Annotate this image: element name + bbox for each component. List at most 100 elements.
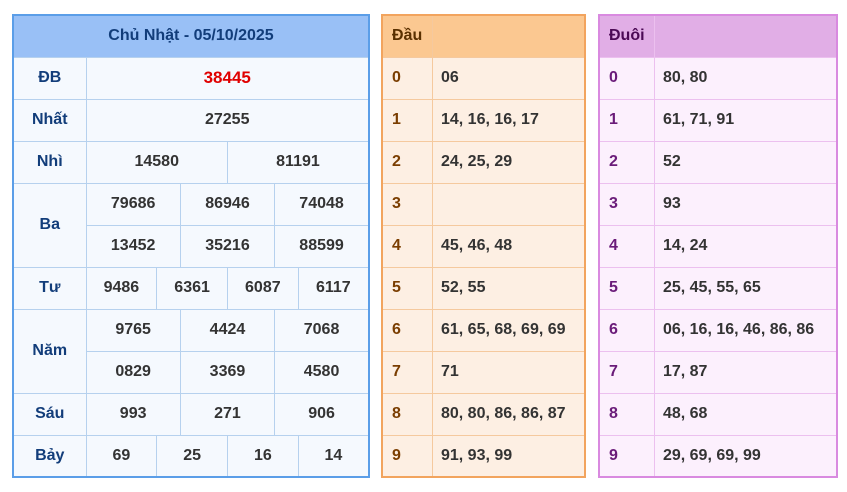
duoi-digit: 7 (598, 350, 655, 394)
dau-row: 0 06 (381, 56, 586, 100)
duoi-row: 8 48, 68 (598, 392, 838, 436)
duoi-digit: 9 (598, 434, 655, 478)
dau-digit: 2 (381, 140, 433, 184)
prize-tu-value: 6087 (226, 266, 299, 310)
label-nam: Năm (12, 308, 87, 394)
duoi-header-row: Đuôi (598, 14, 838, 58)
prize-nhat-value: 27255 (85, 98, 370, 142)
dau-row: 5 52, 55 (381, 266, 586, 310)
dau-digit: 9 (381, 434, 433, 478)
prize-bay-value: 69 (85, 434, 158, 478)
duoi-values: 52 (653, 140, 838, 184)
dau-header-spacer (431, 14, 586, 58)
row-ba: Ba 79686 86946 74048 (12, 182, 370, 268)
dau-digit: 1 (381, 98, 433, 142)
dau-values: 45, 46, 48 (431, 224, 586, 268)
prize-sau-value: 906 (274, 392, 370, 436)
duoi-values: 61, 71, 91 (653, 98, 838, 142)
prize-sau-value: 271 (179, 392, 276, 436)
duoi-table: Đuôi 0 80, 80 1 61, 71, 91 2 52 3 93 4 14, 24… (598, 14, 838, 478)
label-sau: Sáu (12, 392, 87, 436)
prize-ba-value: 13452 (85, 224, 181, 268)
prize-nam-value: 0829 (85, 350, 181, 394)
dau-values: 91, 93, 99 (431, 434, 586, 478)
prize-ba-value: 35216 (179, 224, 276, 268)
dau-row: 9 91, 93, 99 (381, 434, 586, 478)
duoi-values: 48, 68 (653, 392, 838, 436)
dau-row: 6 61, 65, 68, 69, 69 (381, 308, 586, 352)
prize-tu-value: 6117 (297, 266, 370, 310)
duoi-row: 0 80, 80 (598, 56, 838, 100)
dau-values: 14, 16, 16, 17 (431, 98, 586, 142)
duoi-values: 14, 24 (653, 224, 838, 268)
duoi-header: Đuôi (598, 14, 655, 58)
dau-values: 80, 80, 86, 86, 87 (431, 392, 586, 436)
dau-row: 1 14, 16, 16, 17 (381, 98, 586, 142)
dau-values: 24, 25, 29 (431, 140, 586, 184)
dau-digit: 4 (381, 224, 433, 268)
dau-values: 71 (431, 350, 586, 394)
duoi-digit: 0 (598, 56, 655, 100)
results-title: Chủ Nhật - 05/10/2025 (12, 14, 370, 58)
prize-db-value: 38445 (85, 56, 370, 100)
prize-tu-value: 9486 (85, 266, 158, 310)
dau-row: 3 (381, 182, 586, 226)
prize-bay-value: 25 (156, 434, 228, 478)
label-bay: Bảy (12, 434, 87, 478)
prize-ba-value: 74048 (274, 182, 370, 226)
prize-ba-value: 79686 (85, 182, 181, 226)
dau-digit: 6 (381, 308, 433, 352)
duoi-row: 1 61, 71, 91 (598, 98, 838, 142)
duoi-values: 06, 16, 16, 46, 86, 86 (653, 308, 838, 352)
prize-ba-value: 88599 (274, 224, 370, 268)
dau-values: 61, 65, 68, 69, 69 (431, 308, 586, 352)
label-nhat: Nhất (12, 98, 87, 142)
duoi-header-spacer (653, 14, 838, 58)
duoi-digit: 3 (598, 182, 655, 226)
dau-digit: 7 (381, 350, 433, 394)
prize-nam-value: 4580 (274, 350, 370, 394)
duoi-values: 29, 69, 69, 99 (653, 434, 838, 478)
duoi-row: 2 52 (598, 140, 838, 184)
dau-row: 8 80, 80, 86, 86, 87 (381, 392, 586, 436)
dau-table: Đầu 0 06 1 14, 16, 16, 17 2 24, 25, 29 3 44… (381, 14, 586, 478)
prize-bay-value: 14 (297, 434, 370, 478)
dau-values: 06 (431, 56, 586, 100)
duoi-values: 25, 45, 55, 65 (653, 266, 838, 310)
row-sau: Sáu 993 271 906 (12, 392, 370, 436)
row-nhat: Nhất 27255 (12, 98, 370, 142)
prize-sau-value: 993 (85, 392, 181, 436)
dau-values (431, 182, 586, 226)
dau-digit: 3 (381, 182, 433, 226)
row-tu: Tư 9486 6361 6087 6117 (12, 266, 370, 310)
label-tu: Tư (12, 266, 87, 310)
label-db: ĐB (12, 56, 87, 100)
duoi-row: 6 06, 16, 16, 46, 86, 86 (598, 308, 838, 352)
duoi-digit: 8 (598, 392, 655, 436)
prize-nam-value: 9765 (85, 308, 181, 352)
duoi-digit: 1 (598, 98, 655, 142)
dau-row: 2 24, 25, 29 (381, 140, 586, 184)
prize-ba-value: 86946 (179, 182, 276, 226)
prize-nam-value: 3369 (179, 350, 276, 394)
duoi-row: 7 17, 87 (598, 350, 838, 394)
duoi-row: 5 25, 45, 55, 65 (598, 266, 838, 310)
duoi-digit: 4 (598, 224, 655, 268)
prize-tu-value: 6361 (156, 266, 228, 310)
duoi-digit: 5 (598, 266, 655, 310)
dau-values: 52, 55 (431, 266, 586, 310)
duoi-values: 93 (653, 182, 838, 226)
prize-nam-value: 4424 (179, 308, 276, 352)
row-nam: Năm 9765 4424 7068 (12, 308, 370, 394)
dau-row: 4 45, 46, 48 (381, 224, 586, 268)
prize-nhi-value: 14580 (85, 140, 228, 184)
prize-bay-value: 16 (226, 434, 299, 478)
duoi-digit: 6 (598, 308, 655, 352)
dau-row: 7 71 (381, 350, 586, 394)
duoi-row: 9 29, 69, 69, 99 (598, 434, 838, 478)
duoi-digit: 2 (598, 140, 655, 184)
label-ba: Ba (12, 182, 87, 268)
prize-nam-value: 7068 (274, 308, 370, 352)
results-table: Chủ Nhật - 05/10/2025 ĐB 38445 Nhất 2725… (12, 14, 370, 478)
dau-header-row: Đầu (381, 14, 586, 58)
